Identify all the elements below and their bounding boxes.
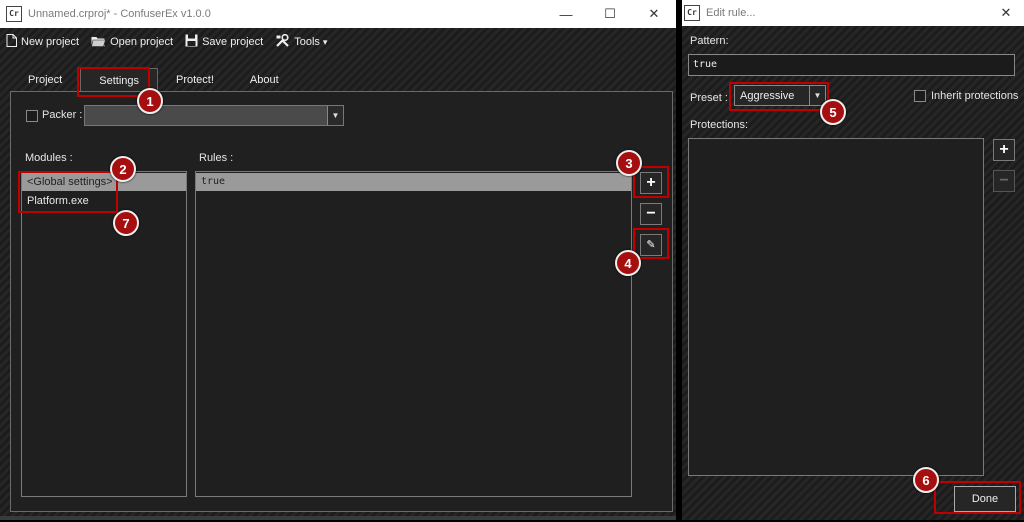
annotation-badge-1: 1 — [137, 88, 163, 114]
protections-label: Protections: — [690, 119, 749, 131]
edit-rule-window: Cr Edit rule... ✕ Pattern: true Preset :… — [682, 0, 1024, 520]
close-button[interactable]: ✕ — [632, 0, 676, 28]
open-project-button[interactable]: Open project — [91, 35, 173, 50]
tab-protect[interactable]: Protect! — [158, 68, 232, 92]
module-item-platform-exe[interactable]: Platform.exe — [22, 192, 186, 210]
save-project-button[interactable]: Save project — [185, 34, 263, 50]
edit-window-title: Edit rule... — [706, 7, 756, 19]
tools-wrench-icon — [275, 33, 290, 51]
minimize-button[interactable]: — — [544, 0, 588, 28]
confuserex-main-window: Cr Unnamed.crproj* - ConfuserEx v1.0.0 —… — [0, 0, 676, 520]
packer-label: Packer : — [42, 109, 83, 121]
open-project-label: Open project — [110, 36, 174, 48]
app-icon: Cr — [684, 5, 700, 21]
protections-list[interactable] — [688, 138, 984, 476]
modules-list[interactable]: <Global settings> Platform.exe — [21, 171, 187, 497]
chevron-down-icon: ▼ — [327, 106, 343, 125]
window-title: Unnamed.crproj* - ConfuserEx v1.0.0 — [28, 8, 211, 20]
folder-open-icon — [91, 35, 106, 50]
new-file-icon — [6, 34, 17, 50]
edit-rule-button[interactable]: ✎ — [640, 234, 662, 256]
annotation-badge-3: 3 — [616, 150, 642, 176]
preset-dropdown[interactable]: Aggressive ▼ — [734, 85, 826, 106]
rules-list[interactable]: true — [195, 171, 632, 497]
rule-item-true[interactable]: true — [196, 173, 631, 191]
preset-dropdown-value: Aggressive — [740, 89, 795, 102]
preset-label: Preset : — [690, 92, 728, 104]
settings-panel: Packer : ▼ Modules : <Global settings> P… — [10, 91, 673, 512]
tab-about[interactable]: About — [232, 68, 297, 92]
pattern-label: Pattern: — [690, 35, 729, 47]
status-strip — [0, 516, 676, 520]
annotation-badge-6: 6 — [913, 467, 939, 493]
tools-label: Tools — [294, 36, 320, 48]
tools-menu-button[interactable]: Tools ▾ — [275, 33, 328, 51]
annotation-badge-2: 2 — [110, 156, 136, 182]
maximize-button[interactable]: ☐ — [588, 0, 632, 28]
add-protection-button[interactable]: + — [993, 139, 1015, 161]
annotation-badge-4: 4 — [615, 250, 641, 276]
chevron-down-icon: ▾ — [322, 36, 328, 47]
main-title-bar[interactable]: Cr Unnamed.crproj* - ConfuserEx v1.0.0 —… — [0, 0, 676, 28]
save-project-label: Save project — [202, 36, 264, 48]
done-button[interactable]: Done — [954, 486, 1016, 512]
packer-checkbox[interactable] — [26, 110, 38, 122]
add-rule-button[interactable]: + — [640, 172, 662, 194]
module-item-global-settings[interactable]: <Global settings> — [22, 173, 186, 191]
annotation-badge-7: 7 — [113, 210, 139, 236]
remove-rule-button[interactable]: − — [640, 203, 662, 225]
inherit-protections-checkbox[interactable] — [914, 90, 926, 102]
inherit-protections-label: Inherit protections — [931, 90, 1019, 102]
remove-protection-button[interactable]: − — [993, 170, 1015, 192]
toolbar: New project Open project Save project To… — [0, 30, 676, 54]
annotation-badge-5: 5 — [820, 99, 846, 125]
floppy-disk-icon — [185, 34, 198, 50]
packer-dropdown[interactable]: ▼ — [84, 105, 344, 126]
tab-project[interactable]: Project — [10, 68, 80, 92]
pattern-input[interactable]: true — [688, 54, 1015, 76]
new-project-button[interactable]: New project — [6, 34, 79, 50]
modules-label: Modules : — [25, 152, 73, 164]
new-project-label: New project — [21, 36, 80, 48]
edit-icon: ✎ — [646, 238, 656, 251]
close-button[interactable]: ✕ — [988, 0, 1024, 27]
app-icon: Cr — [6, 6, 22, 22]
rules-label: Rules : — [199, 152, 234, 164]
edit-title-bar[interactable]: Cr Edit rule... ✕ — [682, 0, 1024, 26]
